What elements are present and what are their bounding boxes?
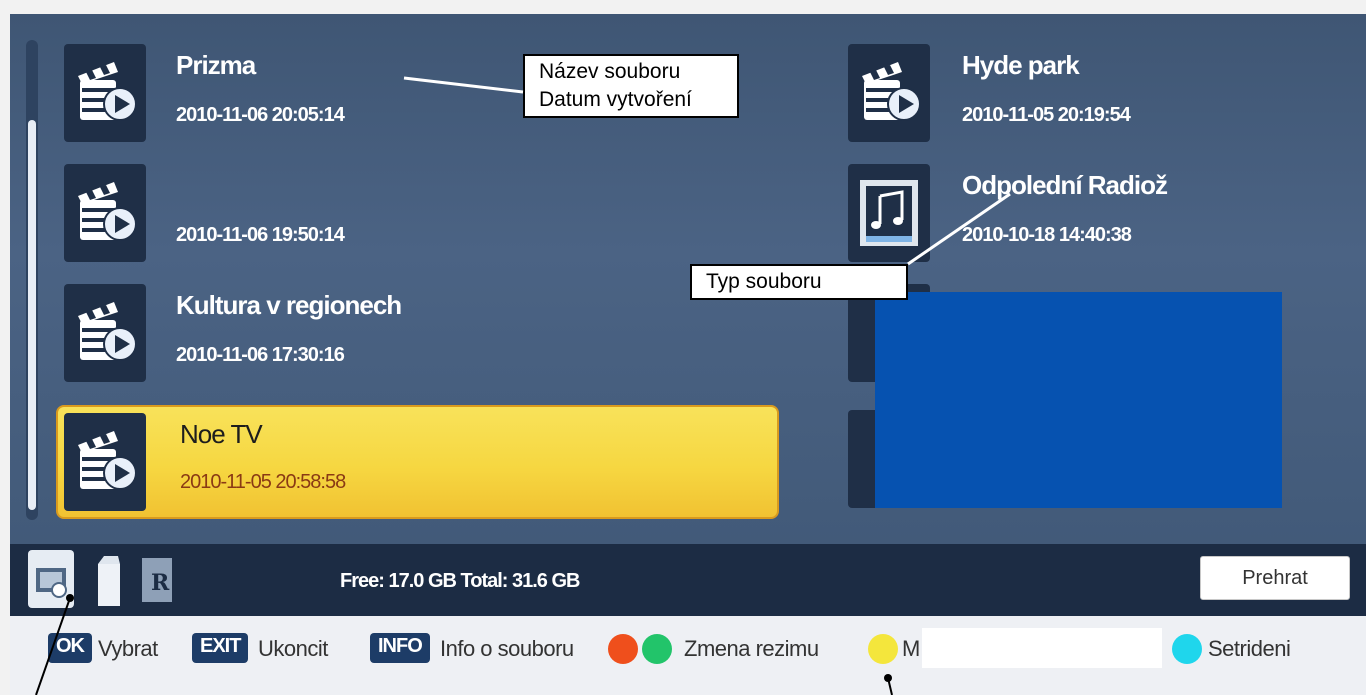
callout-leader-lines [35,76,1011,695]
tv-file-browser: Prizma 2010-11-06 20:05:14 2010-11-06 19… [0,0,1366,695]
